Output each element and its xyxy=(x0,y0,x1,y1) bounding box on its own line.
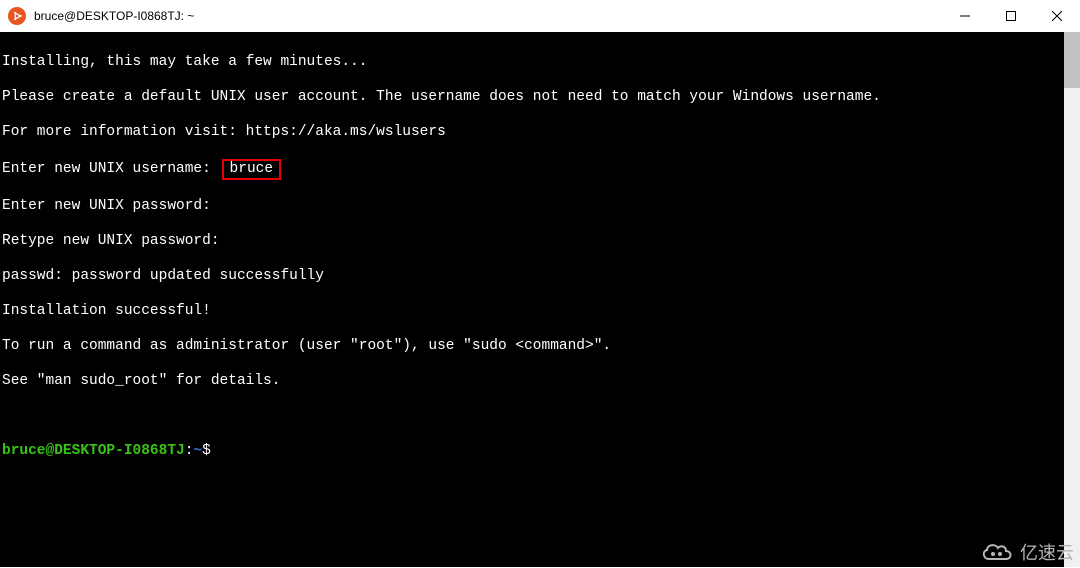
prompt-path: ~ xyxy=(193,443,202,459)
watermark: 亿速云 xyxy=(980,539,1074,565)
terminal-line: Enter new UNIX password: xyxy=(2,198,1080,216)
terminal-line: passwd: password updated successfully xyxy=(2,268,1080,286)
cloud-icon xyxy=(980,541,1014,563)
terminal-line: Please create a default UNIX user accoun… xyxy=(2,89,1080,107)
terminal-line: To run a command as administrator (user … xyxy=(2,338,1080,356)
scrollbar-track[interactable] xyxy=(1064,32,1080,567)
cursor xyxy=(211,444,219,459)
terminal-line: Installing, this may take a few minutes.… xyxy=(2,54,1080,72)
terminal-line: Installation successful! xyxy=(2,303,1080,321)
prompt-symbol: $ xyxy=(202,443,211,459)
terminal-line: For more information visit: https://aka.… xyxy=(2,124,1080,142)
window-controls xyxy=(942,0,1080,32)
maximize-button[interactable] xyxy=(988,0,1034,32)
minimize-button[interactable] xyxy=(942,0,988,32)
watermark-text: 亿速云 xyxy=(1020,539,1074,565)
prompt-line: bruce@DESKTOP-I0868TJ:~$ xyxy=(2,443,1080,461)
terminal-line: Retype new UNIX password: xyxy=(2,233,1080,251)
terminal-line: Enter new UNIX username: bruce xyxy=(2,159,1080,181)
ubuntu-icon xyxy=(8,7,26,25)
window-title: bruce@DESKTOP-I0868TJ: ~ xyxy=(34,9,194,23)
prompt-text: Enter new UNIX username: xyxy=(2,161,220,177)
prompt-user-host: bruce@DESKTOP-I0868TJ xyxy=(2,443,185,459)
username-highlight: bruce xyxy=(222,159,282,181)
terminal[interactable]: Installing, this may take a few minutes.… xyxy=(0,32,1080,567)
terminal-line: See "man sudo_root" for details. xyxy=(2,373,1080,391)
terminal-line xyxy=(2,408,1080,426)
scrollbar-thumb[interactable] xyxy=(1064,32,1080,88)
close-button[interactable] xyxy=(1034,0,1080,32)
title-bar: bruce@DESKTOP-I0868TJ: ~ xyxy=(0,0,1080,32)
